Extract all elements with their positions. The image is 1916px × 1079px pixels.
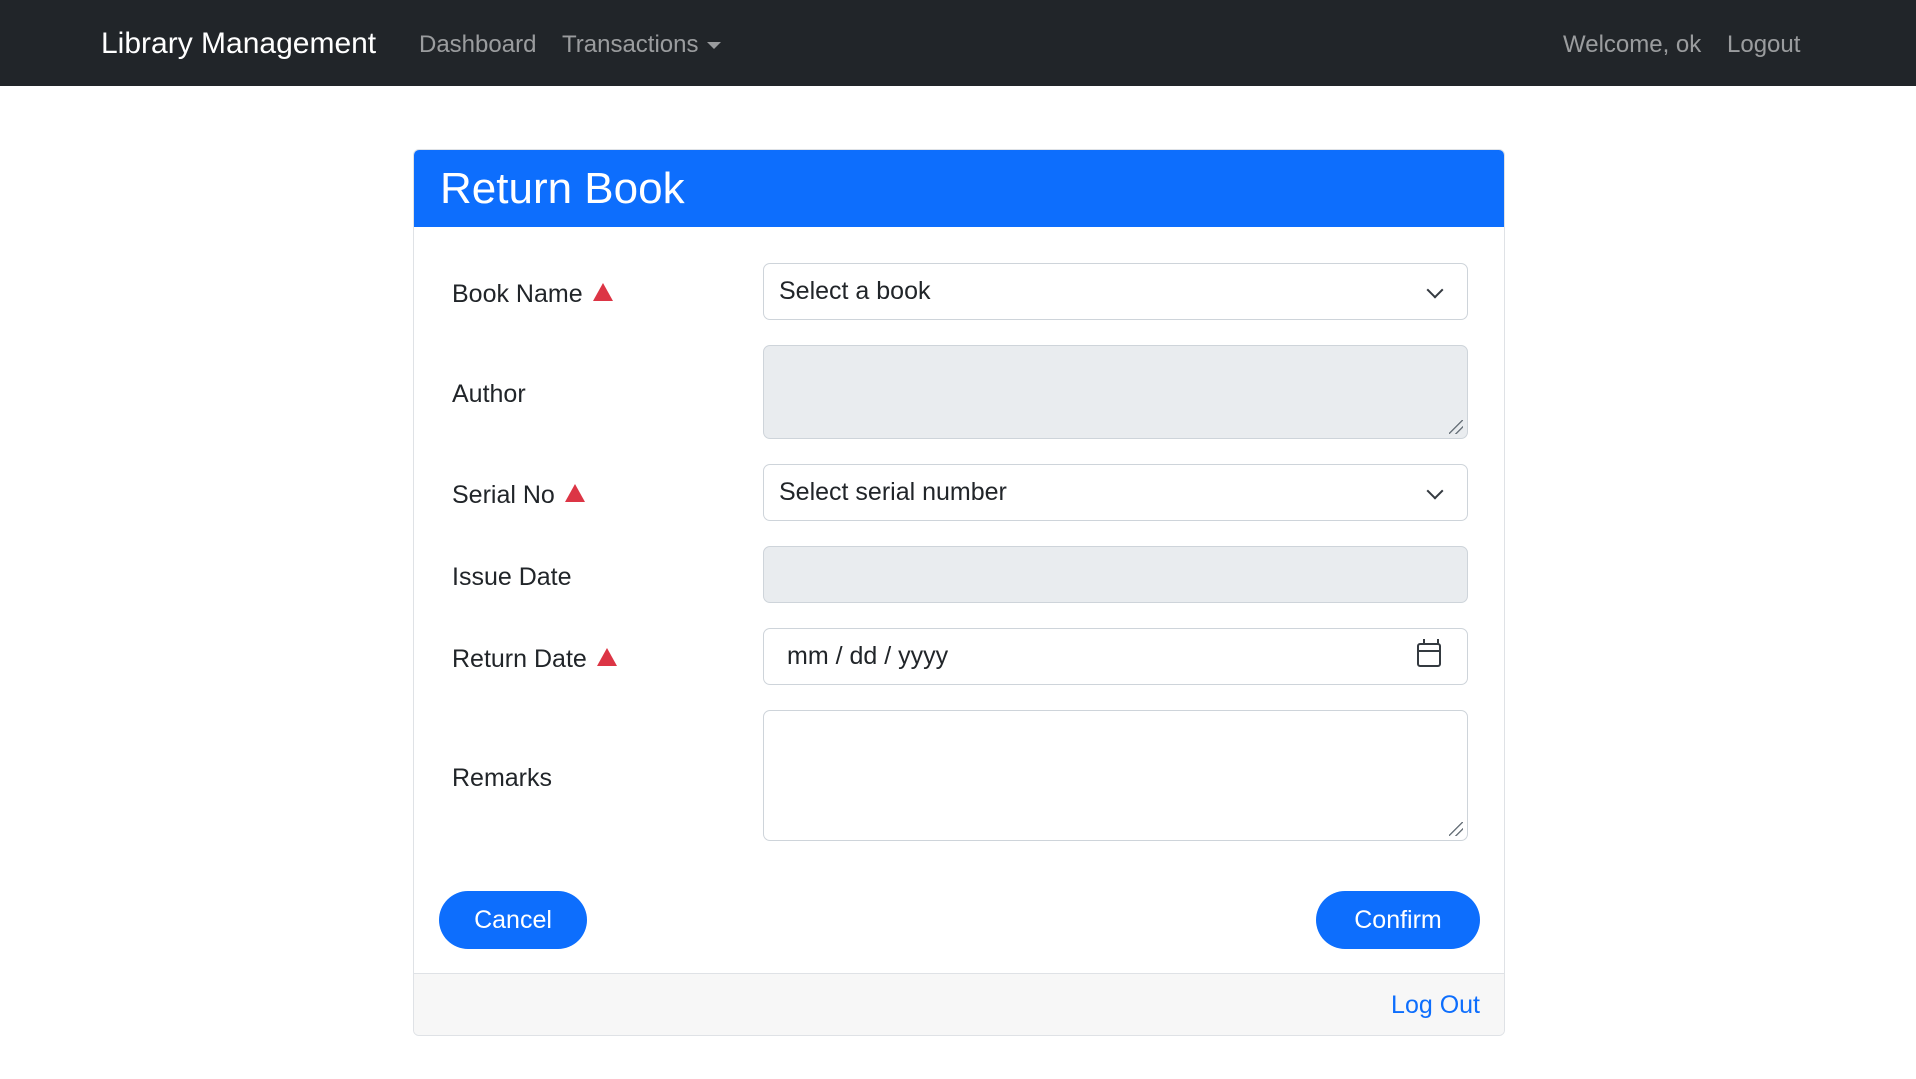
book-name-select[interactable]: Select a book [763, 263, 1468, 320]
book-name-label: Book Name [452, 278, 613, 310]
navbar-brand[interactable]: Library Management [101, 24, 376, 64]
book-name-label-text: Book Name [452, 280, 583, 308]
top-navbar: Library Management Dashboard Transaction… [0, 0, 1916, 86]
chevron-down-icon [1426, 482, 1444, 500]
required-warning-icon [564, 484, 585, 502]
nav-dashboard-link[interactable]: Dashboard [419, 27, 536, 63]
page-title: Return Book [440, 164, 685, 213]
issue-date-label-text: Issue Date [452, 563, 572, 591]
calendar-icon[interactable] [1417, 639, 1441, 667]
remarks-label: Remarks [452, 762, 552, 794]
serial-no-label-text: Serial No [452, 481, 555, 509]
serial-no-select[interactable]: Select serial number [763, 464, 1468, 521]
remarks-label-text: Remarks [452, 764, 553, 792]
remarks-textarea[interactable] [763, 710, 1468, 841]
confirm-button[interactable]: Confirm [1316, 891, 1480, 949]
footer-logout-link[interactable]: Log Out [1391, 988, 1480, 1022]
resize-handle-icon[interactable] [1449, 822, 1463, 836]
resize-handle-icon [1449, 420, 1463, 434]
return-book-card: Return Book Book Name Select a book Auth… [413, 149, 1505, 1036]
return-date-placeholder: mm / dd / yyyy [787, 642, 949, 670]
caret-down-icon[interactable] [707, 42, 721, 49]
author-label-text: Author [452, 380, 526, 408]
return-date-label-text: Return Date [452, 645, 587, 673]
chevron-down-icon [1426, 281, 1444, 299]
cancel-button[interactable]: Cancel [439, 891, 587, 949]
nav-transactions-dropdown[interactable]: Transactions [562, 27, 699, 63]
card-header: Return Book [414, 150, 1504, 227]
serial-no-label: Serial No [452, 479, 585, 511]
serial-no-selected-value: Select serial number [779, 478, 1007, 506]
author-label: Author [452, 378, 526, 410]
welcome-text: Welcome, ok [1563, 31, 1702, 58]
nav-logout-link[interactable]: Logout [1727, 27, 1800, 63]
issue-date-input [763, 546, 1468, 603]
required-warning-icon [592, 283, 613, 301]
card-footer: Log Out [414, 973, 1504, 1035]
book-name-selected-value: Select a book [779, 277, 931, 305]
return-date-input[interactable]: mm / dd / yyyy [763, 628, 1468, 685]
author-textarea [763, 345, 1468, 439]
issue-date-label: Issue Date [452, 561, 572, 593]
required-warning-icon [596, 648, 617, 666]
return-date-label: Return Date [452, 643, 617, 675]
